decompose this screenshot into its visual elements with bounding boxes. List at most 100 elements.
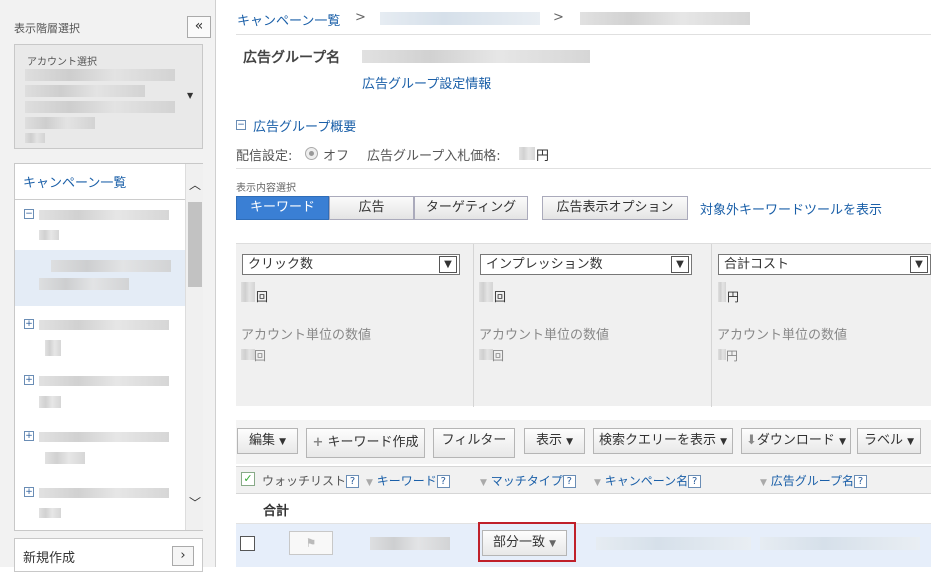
row-checkbox[interactable] — [240, 536, 255, 551]
adgroup-summary-title[interactable]: 広告グループ概要 — [253, 116, 356, 135]
help-icon: ? — [562, 475, 576, 488]
adgroup-name-redacted — [362, 50, 590, 63]
metric-select-cost[interactable]: 合計コスト ▼ — [718, 254, 931, 275]
campaign-name-redacted[interactable] — [596, 537, 751, 550]
total-row — [236, 494, 931, 524]
campaign-name-redacted — [39, 508, 61, 518]
col-campaign-name[interactable]: ▼ キャンペーン名? — [594, 472, 702, 489]
chevron-down-icon[interactable]: ﹀ — [186, 494, 204, 511]
download-icon: ⬇ — [746, 433, 757, 448]
label-button[interactable]: ラベル ▼ — [857, 428, 921, 454]
download-button[interactable]: ⬇ダウンロード ▼ — [741, 428, 851, 454]
collapse-sidebar-button[interactable]: « — [187, 16, 211, 38]
campaign-scrollbar[interactable]: ︿ ﹀ — [185, 164, 203, 530]
chevron-down-icon: ▼ — [839, 437, 846, 447]
metric-clicks: クリック数 ▼ 回 アカウント単位の数値 回 — [236, 244, 473, 407]
check-icon[interactable]: ✓ — [241, 472, 255, 486]
delivery-setting-label: 配信設定: — [236, 149, 293, 164]
account-name-redacted — [25, 101, 175, 113]
selected-adgroup-item[interactable] — [15, 250, 185, 306]
metrics-summary-panel: クリック数 ▼ 回 アカウント単位の数値 回 インプレッション数 ▼ 回 アカウント… — [236, 243, 931, 407]
sort-icon: ▼ — [594, 478, 601, 488]
search-query-button[interactable]: 検索クエリーを表示 ▼ — [593, 428, 733, 454]
campaign-name-redacted[interactable] — [39, 376, 169, 386]
campaign-name-redacted[interactable] — [39, 320, 169, 330]
keyword-redacted[interactable] — [370, 537, 450, 550]
bid-price-label: 広告グループ入札価格: — [367, 149, 501, 164]
ad-display-options-button[interactable]: 広告表示オプション — [542, 196, 688, 220]
account-name-redacted — [25, 69, 175, 81]
scrollbar-thumb[interactable] — [188, 202, 202, 287]
breadcrumb-campaign-redacted[interactable] — [380, 12, 540, 25]
breadcrumb-adgroup-redacted — [580, 12, 750, 25]
sort-icon: ▼ — [480, 478, 487, 488]
chevron-up-icon[interactable]: ︿ — [186, 176, 204, 193]
metric-unit: 円 — [727, 290, 740, 304]
tree-expand-icon[interactable]: + — [24, 487, 34, 497]
campaign-name-redacted[interactable] — [39, 432, 169, 442]
tree-expand-icon[interactable]: + — [24, 431, 34, 441]
dropdown-arrow-icon: ▼ — [187, 91, 194, 100]
col-adgroup-name[interactable]: ▼ 広告グループ名? — [760, 472, 868, 489]
breadcrumb-campaign-list[interactable]: キャンペーン一覧 — [237, 10, 340, 29]
tab-targeting[interactable]: ターゲティング — [414, 196, 528, 220]
metric-impressions: インプレッション数 ▼ 回 アカウント単位の数値 回 — [474, 244, 711, 407]
bid-price-unit: 円 — [536, 149, 550, 164]
edit-button[interactable]: 編集 ▼ — [237, 428, 298, 454]
adgroup-name-redacted[interactable] — [760, 537, 920, 550]
delivery-radio[interactable] — [305, 147, 318, 160]
value-redacted — [241, 349, 255, 360]
chevron-down-icon: ▼ — [566, 437, 574, 447]
sort-icon: ▼ — [760, 478, 767, 488]
value-redacted — [479, 282, 493, 302]
campaign-name-redacted — [45, 452, 85, 464]
account-selector[interactable]: アカウント選択 ▼ — [14, 44, 203, 149]
tab-keyword[interactable]: キーワード — [236, 196, 329, 220]
chevron-right-icon[interactable]: › — [172, 546, 194, 566]
account-name-redacted — [25, 133, 45, 143]
chevron-down-icon: ▼ — [549, 539, 557, 549]
create-keyword-button[interactable]: + キーワード作成 — [306, 428, 425, 458]
campaign-name-redacted[interactable] — [39, 210, 169, 220]
delivery-setting-value: オフ — [323, 149, 350, 164]
account-level-label: アカウント単位の数値 — [717, 328, 848, 343]
divider — [236, 34, 931, 35]
campaign-name-redacted — [45, 340, 61, 356]
chevron-down-icon: ▼ — [910, 256, 928, 273]
tree-collapse-icon[interactable]: − — [24, 209, 34, 219]
account-level-label: アカウント単位の数値 — [241, 328, 372, 343]
value-redacted — [718, 349, 726, 360]
help-icon: ? — [688, 475, 702, 488]
metric-select-impressions[interactable]: インプレッション数 ▼ — [480, 254, 692, 275]
tree-expand-icon[interactable]: + — [24, 319, 34, 329]
divider — [15, 199, 185, 200]
breadcrumb-separator: > — [355, 10, 366, 25]
col-keyword[interactable]: ▼ キーワード? — [366, 472, 450, 489]
help-icon: ? — [436, 475, 450, 488]
flag-icon[interactable]: ⚑ — [289, 531, 333, 555]
col-match-type[interactable]: ▼ マッチタイプ? — [480, 472, 576, 489]
value-redacted — [718, 282, 726, 302]
total-label: 合計 — [263, 504, 290, 519]
tab-ad[interactable]: 広告 — [329, 196, 414, 220]
match-type-select[interactable]: 部分一致 ▼ — [482, 530, 567, 556]
metric-cost: 合計コスト ▼ 円 アカウント単位の数値 円 — [712, 244, 931, 407]
divider — [236, 168, 931, 169]
campaign-name-redacted — [39, 230, 59, 240]
breadcrumb-separator: > — [553, 10, 564, 25]
metric-account-unit: 回 — [492, 349, 505, 363]
tree-expand-icon[interactable]: + — [24, 375, 34, 385]
summary-collapse-icon[interactable]: − — [236, 120, 246, 130]
col-watchlist[interactable]: ウォッチリスト? — [262, 472, 360, 489]
sidebar: 表示階層選択 « アカウント選択 ▼ キャンペーン一覧 − + + + + ︿ … — [0, 0, 216, 572]
campaign-name-redacted[interactable] — [39, 488, 169, 498]
account-name-redacted — [25, 117, 95, 129]
metric-select-clicks[interactable]: クリック数 ▼ — [242, 254, 460, 275]
campaign-list-header[interactable]: キャンペーン一覧 — [23, 172, 126, 191]
display-button[interactable]: 表示 ▼ — [524, 428, 585, 454]
adgroup-settings-link[interactable]: 広告グループ設定情報 — [362, 73, 491, 92]
keyword-tool-link[interactable]: 対象外キーワードツールを表示 — [700, 199, 882, 218]
hierarchy-title: 表示階層選択 — [14, 22, 80, 35]
filter-button[interactable]: フィルター — [433, 428, 515, 458]
account-label: アカウント選択 — [27, 57, 97, 68]
